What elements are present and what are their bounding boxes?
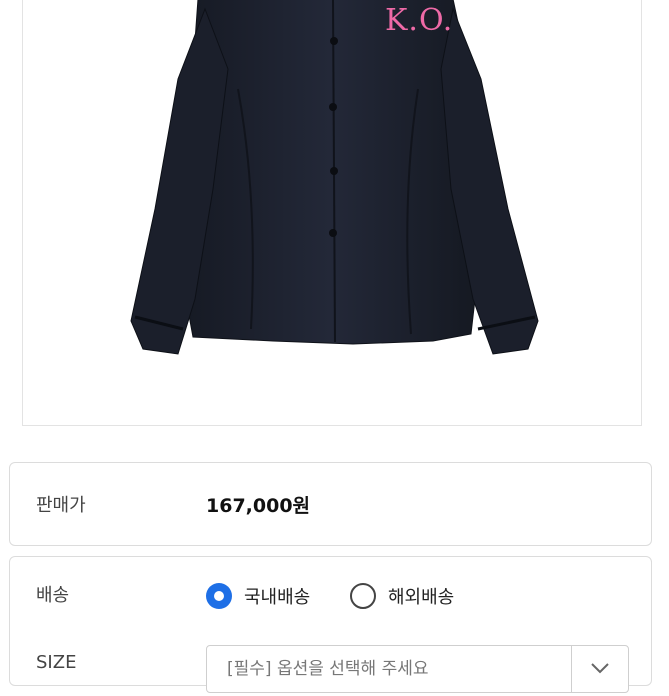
radio-overseas-label: 해외배송 [388, 587, 455, 608]
shipping-label: 배송 [36, 585, 70, 606]
black-shirt-image [130, 0, 539, 355]
price-label: 판매가 [36, 495, 86, 516]
size-select-placeholder: [필수] 옵션을 선택해 주세요 [227, 659, 429, 679]
size-label: SIZE [36, 652, 77, 673]
radio-domestic-label: 국내배송 [244, 587, 311, 608]
radio-overseas-shipping[interactable]: 해외배송 [350, 583, 454, 609]
shirt-logo-text: K.O. [385, 3, 454, 38]
chevron-down-icon[interactable] [571, 646, 628, 692]
size-select[interactable]: [필수] 옵션을 선택해 주세요 [206, 645, 629, 693]
options-panel: 배송 국내배송 해외배송 SIZE [필수] 옵션을 선택해 주세요 [9, 556, 652, 693]
product-image-frame: K.O. [22, 0, 642, 426]
radio-unchecked-icon[interactable] [350, 583, 376, 609]
price-value: 167,000원 [206, 495, 311, 517]
price-panel: 판매가 167,000원 [9, 462, 652, 546]
radio-domestic-shipping[interactable]: 국내배송 [206, 583, 310, 609]
radio-checked-icon[interactable] [206, 583, 232, 609]
